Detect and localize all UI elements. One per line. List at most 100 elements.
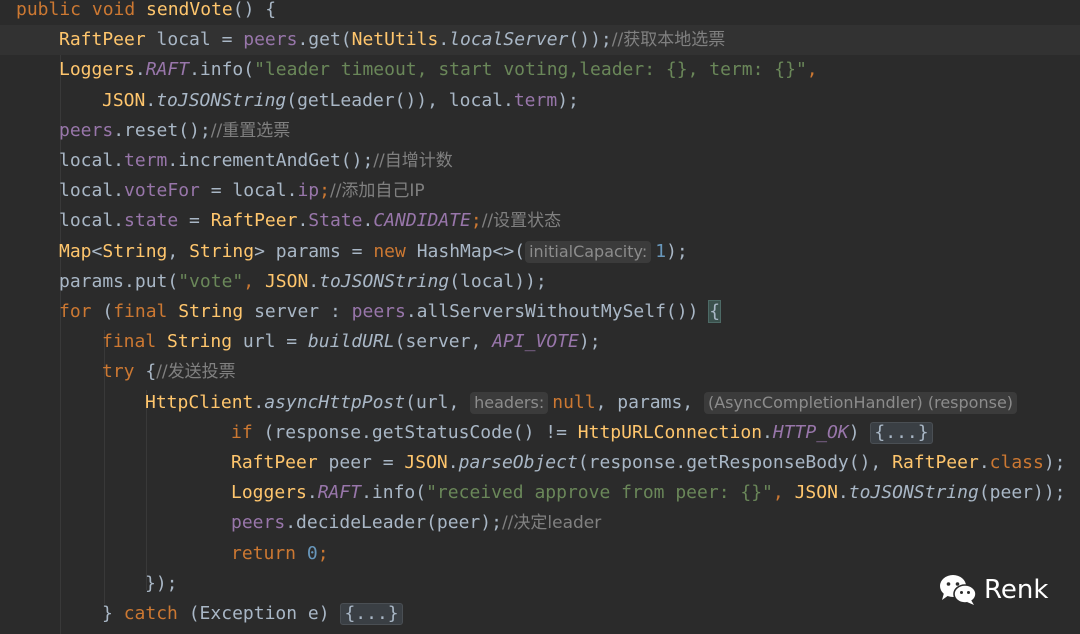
- code-line[interactable]: if (response.getStatusCode() != HttpURLC…: [0, 418, 1080, 448]
- code-editor[interactable]: public void sendVote() { RaftPeer local =…: [0, 0, 1080, 634]
- code-text: });: [145, 572, 178, 596]
- code-comment: //重置选票: [210, 120, 291, 141]
- code-line[interactable]: HttpClient.asyncHttpPost(url, headers: nu…: [0, 388, 1080, 418]
- folded-code-block[interactable]: {...}: [870, 421, 933, 444]
- code-text: RaftPeer peer = JSON.parseObject(respons…: [231, 451, 1066, 475]
- code-line[interactable]: local.state = RaftPeer.State.CANDIDATE;/…: [0, 206, 1080, 236]
- code-token: String: [167, 331, 243, 353]
- code-token: RaftPeer: [892, 452, 979, 473]
- code-line[interactable]: RaftPeer local = peers.get(NetUtils.loca…: [0, 25, 1080, 56]
- code-text: Loggers.RAFT.info("received approve from…: [231, 481, 1066, 505]
- code-token: sendVote: [146, 0, 233, 20]
- code-line[interactable]: Loggers.RAFT.info("leader timeout, start…: [0, 55, 1080, 85]
- code-token: class: [989, 452, 1044, 473]
- code-token: .reset();: [113, 119, 211, 141]
- code-text: peers.reset();//重置选票: [59, 119, 290, 143]
- code-comment: //获取本地选票: [611, 30, 726, 51]
- code-line[interactable]: RaftPeer peer = JSON.parseObject(respons…: [0, 448, 1080, 478]
- code-token: params.put(: [59, 270, 179, 292]
- code-token: .: [762, 421, 773, 443]
- code-line[interactable]: } catch (Exception e) {...}: [0, 599, 1080, 629]
- code-token: .: [837, 482, 849, 504]
- code-token: ;: [317, 542, 329, 564]
- parameter-hint: (AsyncCompletionHandler) (response): [703, 391, 1018, 414]
- code-line[interactable]: JSON.toJSONString(getLeader()), local.te…: [0, 86, 1080, 116]
- code-token: final: [102, 331, 168, 353]
- parameter-hint: initialCapacity:: [525, 240, 652, 263]
- code-token: HTTP_OK: [772, 421, 849, 443]
- code-token: toJSONString: [156, 89, 287, 111]
- code-token: term: [513, 89, 558, 111]
- code-token: () {: [232, 0, 277, 20]
- code-token: {: [708, 300, 722, 323]
- code-token: State: [308, 210, 363, 232]
- code-token: .: [297, 210, 309, 232]
- code-token: HttpClient: [145, 391, 254, 413]
- code-line[interactable]: try {//发送投票: [0, 357, 1080, 387]
- code-token: void: [91, 0, 147, 20]
- code-line[interactable]: for (final String server : peers.allServ…: [0, 297, 1080, 327]
- code-token: (url,: [405, 391, 471, 413]
- code-token: "vote": [178, 270, 244, 292]
- code-token: .: [362, 210, 374, 232]
- code-token: .info(: [189, 59, 255, 81]
- code-token: RaftPeer: [59, 29, 157, 51]
- code-token: ip: [297, 180, 320, 202]
- folded-code-block[interactable]: {...}: [340, 603, 403, 625]
- code-token: ,: [806, 59, 818, 81]
- code-token: );: [666, 240, 688, 262]
- code-token: JSON: [102, 89, 146, 111]
- code-token: API_VOTE: [492, 331, 579, 353]
- code-line[interactable]: peers.reset();//重置选票: [0, 116, 1080, 146]
- code-line[interactable]: });: [0, 569, 1080, 599]
- code-text: params.put("vote", JSON.toJSONString(loc…: [59, 270, 547, 294]
- code-text: Loggers.RAFT.info("leader timeout, start…: [59, 58, 818, 82]
- code-token: HttpURLConnection: [577, 421, 763, 443]
- code-token: (local));: [449, 270, 547, 292]
- code-line[interactable]: peers.decideLeader(peer);//决定leader: [0, 508, 1080, 538]
- code-token: toJSONString: [848, 482, 979, 504]
- code-line[interactable]: Map<String, String> params = new HashMap…: [0, 237, 1080, 267]
- code-line[interactable]: Loggers.RAFT.info("received approve from…: [0, 478, 1080, 508]
- code-token: peers: [231, 512, 286, 534]
- code-token: ): [848, 421, 871, 443]
- code-token: JSON: [264, 270, 309, 292]
- code-token: Loggers: [231, 482, 307, 504]
- code-token: (: [102, 301, 114, 322]
- code-comment: //添加自己IP: [329, 181, 425, 202]
- code-token: 0: [306, 542, 318, 564]
- code-token: Loggers: [59, 59, 135, 81]
- code-comment: //发送投票: [156, 362, 236, 383]
- code-token: RaftPeer: [210, 210, 298, 232]
- code-token: return: [231, 542, 307, 564]
- code-text: peers.decideLeader(peer);//决定leader: [231, 511, 601, 535]
- code-token: new: [373, 240, 417, 262]
- code-text: RaftPeer local = peers.get(NetUtils.loca…: [59, 28, 725, 52]
- code-line[interactable]: local.voteFor = local.ip;//添加自己IP: [0, 176, 1080, 206]
- code-token: voteFor: [124, 180, 200, 202]
- code-token: ,: [772, 482, 795, 504]
- code-line[interactable]: return 0;: [0, 539, 1080, 569]
- code-token: ;: [470, 210, 482, 232]
- code-token: {: [145, 361, 157, 383]
- parameter-hint: headers:: [470, 391, 549, 414]
- code-token: .allServersWithoutMySelf()): [405, 301, 710, 322]
- code-token: .: [253, 391, 265, 413]
- code-text: local.state = RaftPeer.State.CANDIDATE;/…: [59, 209, 561, 233]
- code-line[interactable]: final String url = buildURL(server, API_…: [0, 327, 1080, 357]
- code-text: HttpClient.asyncHttpPost(url, headers: nu…: [145, 391, 1021, 415]
- code-token: });: [145, 572, 178, 594]
- code-line[interactable]: local.term.incrementAndGet();//自增计数: [0, 146, 1080, 176]
- code-line[interactable]: params.put("vote", JSON.toJSONString(loc…: [0, 267, 1080, 297]
- code-token: catch: [123, 603, 189, 624]
- code-token: 1: [655, 240, 667, 262]
- code-line[interactable]: public void sendVote() {: [0, 0, 1080, 25]
- code-token: url =: [242, 331, 308, 353]
- code-token: asyncHttpPost: [264, 391, 406, 413]
- code-token: JSON: [404, 452, 448, 473]
- code-token: .: [308, 270, 320, 292]
- code-comment: //自增计数: [373, 151, 453, 171]
- code-token: RAFT: [145, 59, 190, 81]
- code-token: String: [102, 240, 168, 262]
- code-token: .incrementAndGet();: [167, 150, 374, 171]
